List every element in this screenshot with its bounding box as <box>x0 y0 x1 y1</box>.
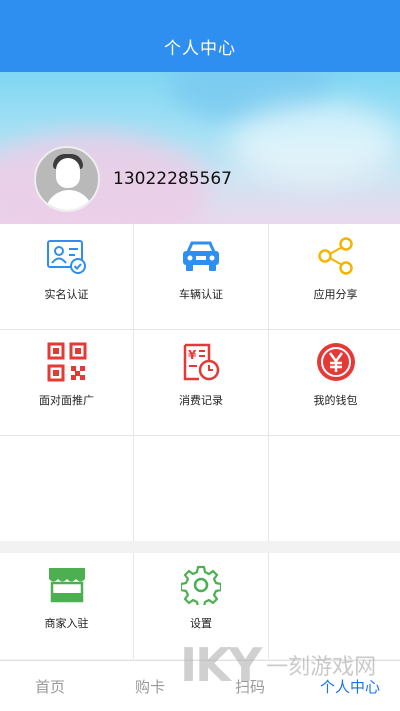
empty-cell <box>0 436 133 541</box>
avatar[interactable] <box>34 146 100 212</box>
user-phone: 13022285567 <box>113 169 232 189</box>
menu-item-label: 车辆认证 <box>179 288 223 301</box>
bottom-tab-bar: 首页 购卡 扫码 个人中心 <box>0 660 400 711</box>
menu-item-vehicle-auth[interactable]: 车辆认证 <box>134 224 268 329</box>
menu-item-label: 消费记录 <box>179 394 223 407</box>
menu-item-settings[interactable]: 设置 <box>134 553 268 659</box>
tab-buy-card[interactable]: 购卡 <box>100 661 200 711</box>
menu-item-label: 我的钱包 <box>313 394 358 407</box>
menu-item-label: 应用分享 <box>313 288 358 301</box>
tab-home[interactable]: 首页 <box>0 661 100 711</box>
menu-item-my-wallet[interactable]: 我的钱包 <box>269 330 400 435</box>
id-card-icon <box>45 234 89 278</box>
gear-icon <box>179 563 223 607</box>
menu-item-label: 面对面推广 <box>39 394 94 407</box>
menu-item-merchant-join[interactable]: 商家入驻 <box>0 553 133 659</box>
receipt-clock-icon: ¥ <box>179 340 223 384</box>
menu-grid: 实名认证 车辆认证 应用分享 面对面推广 ¥ 消费记录 我的钱包 <box>0 224 400 541</box>
empty-cell <box>269 436 400 541</box>
tab-scan[interactable]: 扫码 <box>200 661 300 711</box>
page-title: 个人中心 <box>164 38 236 59</box>
menu-item-face-to-face-promo[interactable]: 面对面推广 <box>0 330 133 435</box>
svg-text:¥: ¥ <box>188 348 197 362</box>
top-bar: 个人中心 <box>0 0 400 72</box>
car-icon <box>179 234 223 278</box>
store-icon <box>45 563 89 607</box>
yuan-wallet-icon <box>314 340 358 384</box>
menu-item-label: 实名认证 <box>44 288 89 301</box>
tab-profile[interactable]: 个人中心 <box>300 661 400 711</box>
share-icon <box>314 234 358 278</box>
empty-cell <box>134 436 268 541</box>
menu-item-real-name-auth[interactable]: 实名认证 <box>0 224 133 329</box>
menu-item-label: 设置 <box>190 617 212 630</box>
menu-item-app-share[interactable]: 应用分享 <box>269 224 400 329</box>
menu-grid-secondary: 商家入驻 设置 <box>0 553 400 659</box>
menu-item-label: 商家入驻 <box>44 617 89 630</box>
qr-code-icon <box>45 340 89 384</box>
menu-item-consumption-record[interactable]: ¥ 消费记录 <box>134 330 268 435</box>
empty-cell <box>269 553 400 659</box>
